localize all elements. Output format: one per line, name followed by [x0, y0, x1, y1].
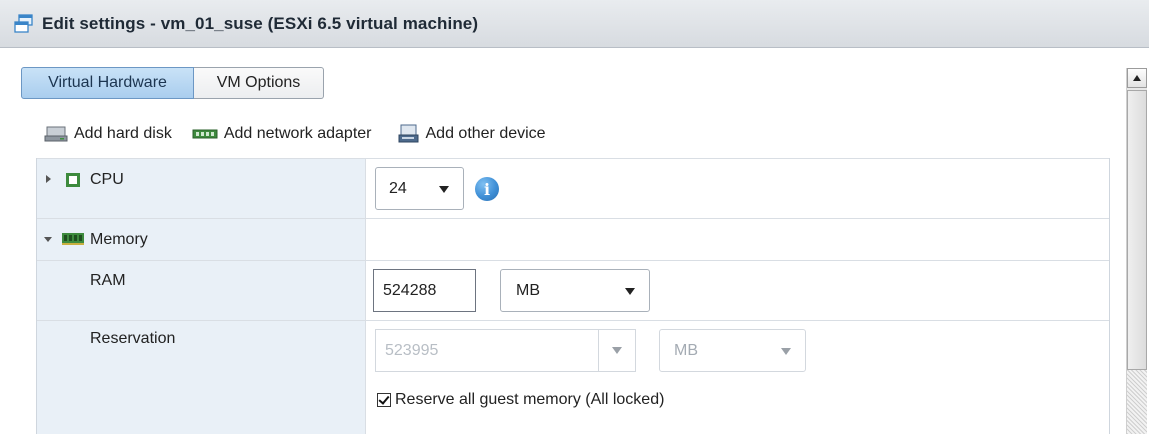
hardware-settings-table: CPU 24 i Memory RAM 524288 MB Reservatio…	[36, 158, 1110, 434]
dialog-title: Edit settings - vm_01_suse (ESXi 6.5 vir…	[42, 13, 479, 33]
reserve-all-memory-label: Reserve all guest memory (All locked)	[395, 391, 665, 408]
ram-size-input[interactable]: 524288	[373, 269, 476, 312]
hard-disk-icon	[44, 125, 68, 143]
other-device-icon	[398, 124, 420, 144]
add-hard-disk-button[interactable]: Add hard disk	[44, 125, 172, 143]
tab-virtual-hardware[interactable]: Virtual Hardware	[21, 67, 194, 99]
vertical-scrollbar[interactable]	[1126, 68, 1147, 434]
cpu-icon	[65, 172, 81, 193]
ram-unit-select[interactable]: MB	[500, 269, 650, 312]
reserve-all-memory-option[interactable]: Reserve all guest memory (All locked)	[377, 391, 664, 409]
add-other-device-label: Add other device	[425, 125, 546, 142]
reservation-label: Reservation	[90, 330, 176, 347]
cpu-count-value: 24	[389, 179, 407, 197]
vm-edit-icon	[12, 12, 36, 36]
memory-row: Memory	[37, 218, 1109, 260]
reservation-size-combo[interactable]: 523995	[375, 329, 636, 372]
tab-bar: Virtual Hardware VM Options	[21, 67, 324, 99]
chevron-down-icon	[781, 347, 791, 355]
title-bar: Edit settings - vm_01_suse (ESXi 6.5 vir…	[0, 0, 1149, 48]
chevron-down-icon[interactable]	[598, 330, 635, 371]
info-icon[interactable]: i	[475, 177, 499, 201]
network-adapter-icon	[192, 127, 218, 141]
hardware-toolbar: Add hard disk Add network adapter Add ot…	[44, 124, 566, 144]
memory-icon	[61, 232, 85, 251]
tab-vm-options[interactable]: VM Options	[194, 67, 324, 99]
reservation-size-value: 523995	[385, 341, 439, 359]
reserve-all-memory-checkbox[interactable]	[377, 393, 391, 407]
ram-label: RAM	[90, 272, 126, 289]
chevron-down-icon	[625, 287, 635, 295]
add-network-adapter-button[interactable]: Add network adapter	[192, 125, 372, 143]
ram-row: RAM 524288 MB	[37, 260, 1109, 320]
collapse-memory-icon[interactable]	[44, 237, 52, 242]
expand-cpu-icon[interactable]	[46, 175, 51, 183]
cpu-count-select[interactable]: 24	[375, 167, 464, 210]
memory-label: Memory	[90, 231, 148, 248]
ram-unit-value: MB	[516, 281, 540, 299]
scroll-up-button[interactable]	[1127, 68, 1147, 88]
add-network-adapter-label: Add network adapter	[223, 125, 372, 142]
chevron-down-icon	[439, 185, 449, 193]
edit-settings-dialog: Edit settings - vm_01_suse (ESXi 6.5 vir…	[0, 0, 1149, 434]
cpu-label: CPU	[90, 171, 124, 188]
reservation-row: Reservation 523995 MB Reserve all guest …	[37, 320, 1109, 434]
scroll-thumb[interactable]	[1127, 90, 1147, 370]
add-hard-disk-label: Add hard disk	[74, 125, 172, 142]
add-other-device-button[interactable]: Add other device	[398, 124, 546, 144]
cpu-row: CPU 24 i	[37, 158, 1109, 218]
reservation-unit-value: MB	[674, 341, 698, 359]
scroll-track[interactable]	[1127, 370, 1147, 434]
reservation-unit-select[interactable]: MB	[659, 329, 806, 372]
